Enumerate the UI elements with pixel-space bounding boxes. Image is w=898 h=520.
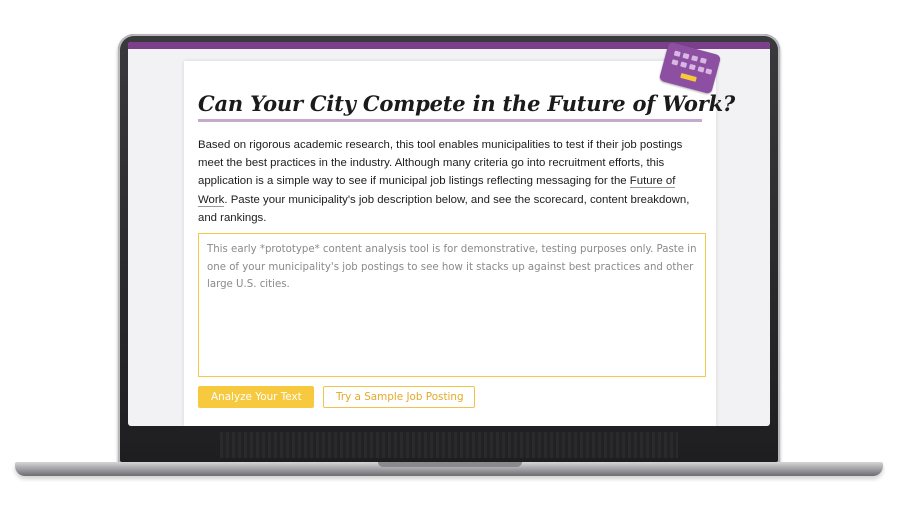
title-underline <box>198 119 702 122</box>
try-sample-button[interactable]: Try a Sample Job Posting <box>323 386 475 408</box>
laptop-screen: Can Your City Compete in the Future of W… <box>128 42 770 426</box>
intro-text-end: . Paste your municipality's job descript… <box>198 193 690 224</box>
analyze-text-button[interactable]: Analyze Your Text <box>198 386 314 408</box>
content-card: Can Your City Compete in the Future of W… <box>184 61 735 426</box>
laptop-notch <box>378 462 522 467</box>
page-title: Can Your City Compete in the Future of W… <box>198 91 736 116</box>
job-description-input[interactable] <box>198 233 706 377</box>
intro-text: Based on rigorous academic research, thi… <box>198 139 683 188</box>
laptop-hinge <box>220 432 678 458</box>
intro-paragraph: Based on rigorous academic research, thi… <box>198 136 704 227</box>
